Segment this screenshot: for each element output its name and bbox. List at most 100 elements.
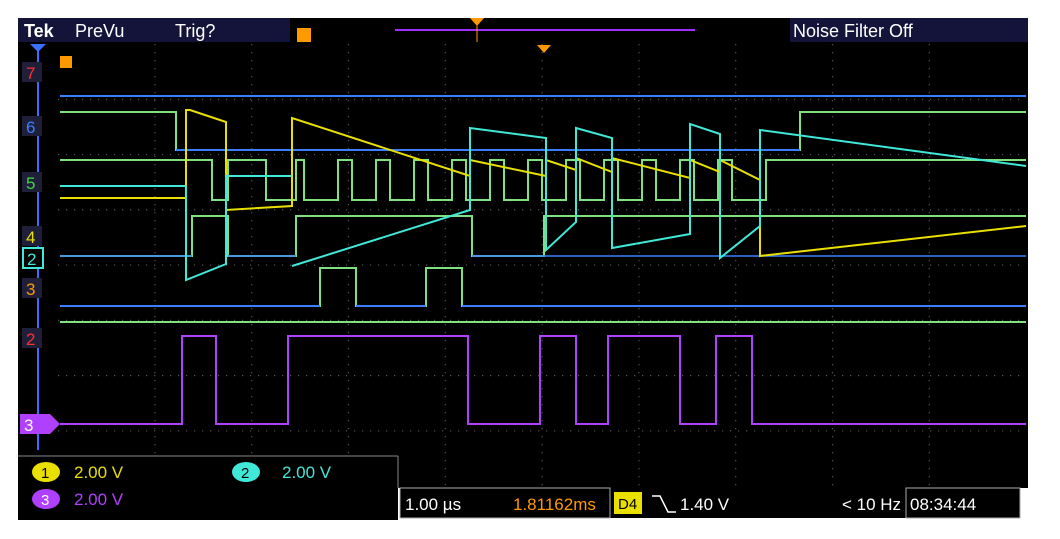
grid-dot (928, 428, 930, 430)
grid-dot (735, 132, 737, 134)
grid-dot (946, 264, 948, 266)
grid-dot (298, 98, 300, 100)
grid-dot (842, 375, 844, 377)
grid-dot (914, 375, 916, 377)
grid-dot (690, 430, 692, 432)
grid-dot (458, 98, 460, 100)
grid-dot (90, 319, 92, 321)
grid-dot (251, 364, 253, 366)
grid-dot (154, 404, 156, 406)
grid-dot (735, 300, 737, 302)
grid-dot (831, 380, 834, 382)
grid-dot (730, 319, 732, 321)
grid-dot (347, 308, 350, 310)
grid-dot (602, 430, 604, 432)
grid-dot (754, 430, 756, 432)
trigger-level[interactable]: 1.40 V (680, 495, 730, 514)
grid-dot (506, 264, 508, 266)
grid-dot (698, 430, 700, 432)
grid-dot (347, 84, 350, 86)
grid-dot (530, 154, 532, 156)
grid-dot (682, 154, 684, 156)
grid-dot (178, 98, 180, 100)
grid-dot (914, 319, 916, 321)
grid-dot (938, 375, 940, 377)
grid-dot (154, 140, 156, 142)
grid-dot (770, 209, 772, 211)
grid-dot (818, 430, 820, 432)
grid-dot (642, 319, 644, 321)
grid-dot (735, 252, 737, 254)
grid-dot (735, 444, 737, 446)
grid-dot (154, 209, 156, 211)
grid-dot (735, 428, 737, 430)
grid-dot (666, 430, 668, 432)
grid-dot (347, 52, 350, 54)
grid-dot (986, 430, 988, 432)
grid-dot (738, 375, 740, 377)
grid-dot (928, 436, 930, 438)
grid-dot (970, 430, 972, 432)
grid-dot (474, 430, 476, 432)
grid-dot (826, 209, 828, 211)
grid-dot (444, 204, 446, 206)
grid-dot (410, 264, 412, 266)
grid-dot (794, 430, 796, 432)
grid-dot (735, 292, 737, 294)
grid-dot (154, 340, 156, 342)
grid-dot (538, 154, 540, 156)
grid-dot (170, 209, 172, 211)
grid-dot (882, 430, 884, 432)
grid-dot (898, 375, 900, 377)
grid-dot (234, 319, 236, 321)
grid-dot (490, 430, 492, 432)
grid-dot (928, 404, 930, 406)
grid-dot (474, 154, 476, 156)
grid-dot (154, 436, 156, 438)
grid-dot (954, 319, 956, 321)
grid-dot (1002, 264, 1004, 266)
grid-dot (386, 154, 388, 156)
grid-dot (682, 209, 684, 211)
grid-dot (928, 484, 930, 486)
grid-dot (541, 268, 543, 270)
grid-dot (347, 132, 350, 134)
horizontal-position[interactable]: 1.81162ms (513, 495, 596, 514)
grid-dot (541, 380, 543, 382)
grid-dot (90, 209, 92, 211)
grid-dot (541, 428, 543, 430)
grid-dot (194, 209, 196, 211)
grid-dot (898, 209, 900, 211)
grid-dot (638, 236, 640, 238)
grid-dot (514, 264, 516, 266)
grid-dot (770, 430, 772, 432)
grid-dot (378, 319, 380, 321)
grid-dot (706, 264, 708, 266)
grid-dot (638, 44, 640, 46)
grid-dot (154, 164, 156, 166)
grid-dot (434, 154, 436, 156)
grid-dot (928, 204, 930, 206)
grid-dot (444, 324, 446, 326)
grid-dot (831, 460, 834, 462)
grid-dot (928, 92, 930, 94)
grid-dot (154, 148, 156, 150)
grid-dot (666, 264, 668, 266)
grid-dot (831, 228, 834, 230)
grid-dot (170, 154, 172, 156)
grid-dot (735, 364, 737, 366)
grid-dot (330, 375, 332, 377)
grid-dot (258, 98, 260, 100)
grid-dot (850, 319, 852, 321)
grid-dot (506, 98, 508, 100)
grid-dot (314, 319, 316, 321)
grid-dot (638, 196, 640, 198)
grid-dot (735, 156, 737, 158)
grid-dot (735, 236, 737, 238)
timebase[interactable]: 1.00 µs (405, 495, 461, 514)
grid-dot (444, 340, 446, 342)
grid-dot (928, 468, 930, 470)
grid-dot (330, 319, 332, 321)
grid-dot (346, 264, 348, 266)
grid-dot (562, 375, 564, 377)
